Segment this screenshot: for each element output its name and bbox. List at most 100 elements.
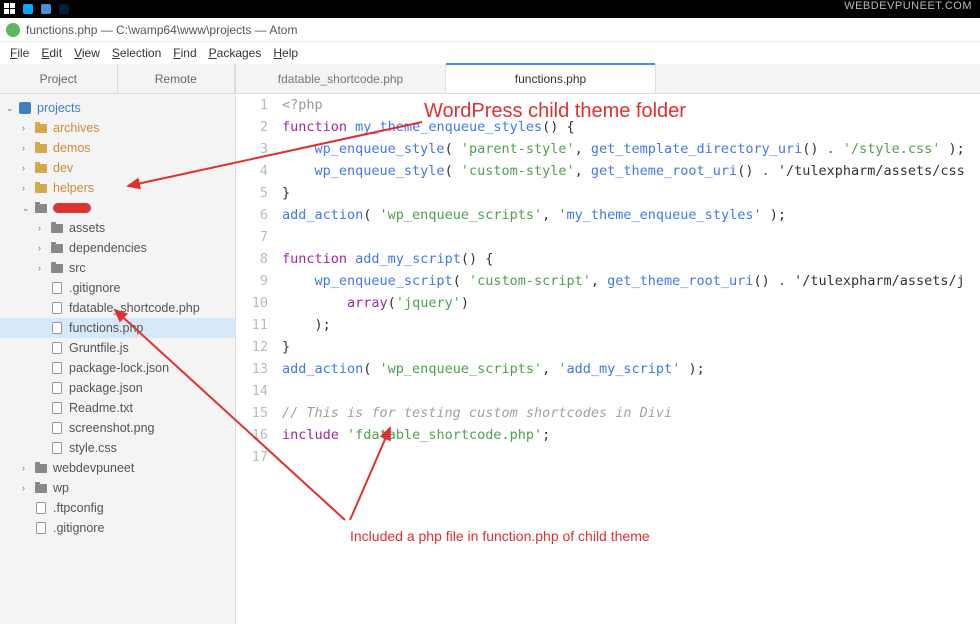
chevron-icon: › bbox=[22, 483, 32, 493]
taskbar-app-icon[interactable] bbox=[38, 1, 54, 17]
folder-icon bbox=[34, 201, 48, 215]
editor-tab[interactable]: functions.php bbox=[446, 64, 656, 93]
menu-packages[interactable]: Packages bbox=[203, 44, 268, 62]
tree-item-label: helpers bbox=[53, 181, 94, 195]
menu-find[interactable]: Find bbox=[167, 44, 202, 62]
file-icon bbox=[50, 281, 64, 295]
tree-item-label: screenshot.png bbox=[69, 421, 154, 435]
watermark-text: WEBDEVPUNEET.COM bbox=[844, 0, 972, 12]
file-icon bbox=[50, 301, 64, 315]
tree-item-label: assets bbox=[69, 221, 105, 235]
atom-app-icon bbox=[6, 23, 20, 37]
file-icon bbox=[50, 441, 64, 455]
folder-icon bbox=[50, 241, 64, 255]
tree-item-label: dev bbox=[53, 161, 73, 175]
folder-open-icon bbox=[34, 121, 48, 135]
tree-item[interactable]: .gitignore bbox=[0, 278, 235, 298]
tree-item[interactable]: ⌄ bbox=[0, 198, 235, 218]
tree-item[interactable]: ›webdevpuneet bbox=[0, 458, 235, 478]
tree-root[interactable]: ⌄ projects bbox=[0, 98, 235, 118]
tree-item[interactable]: › dependencies bbox=[0, 238, 235, 258]
tree-item-label: .gitignore bbox=[53, 521, 104, 535]
taskbar-app-icon[interactable] bbox=[56, 1, 72, 17]
tree-item-label: style.css bbox=[69, 441, 117, 455]
chevron-icon: › bbox=[22, 143, 32, 153]
tree-item[interactable]: › assets bbox=[0, 218, 235, 238]
menu-view[interactable]: View bbox=[68, 44, 106, 62]
folder-open-icon bbox=[34, 161, 48, 175]
tree-item-label: wp bbox=[53, 481, 69, 495]
taskbar-app-icon[interactable] bbox=[20, 1, 36, 17]
folder-open-icon bbox=[34, 141, 48, 155]
file-tree: ⌄ projects › archives › demos › dev › helpers ⌄ ›… bbox=[0, 94, 235, 624]
file-icon bbox=[50, 361, 64, 375]
tree-item-label: Gruntfile.js bbox=[69, 341, 129, 355]
tree-item[interactable]: style.css bbox=[0, 438, 235, 458]
line-gutter: 1234567891011121314151617 bbox=[236, 94, 280, 624]
code-editor[interactable]: 1234567891011121314151617 <?phpfunction … bbox=[236, 94, 980, 624]
tree-item-label: src bbox=[69, 261, 86, 275]
tree-item[interactable]: › archives bbox=[0, 118, 235, 138]
tree-item[interactable]: .ftpconfig bbox=[0, 498, 235, 518]
chevron-icon: › bbox=[22, 183, 32, 193]
chevron-icon: › bbox=[22, 163, 32, 173]
tree-item[interactable]: package-lock.json bbox=[0, 358, 235, 378]
chevron-icon: › bbox=[22, 123, 32, 133]
tree-item[interactable]: Gruntfile.js bbox=[0, 338, 235, 358]
tree-item-label: .ftpconfig bbox=[53, 501, 104, 515]
folder-icon bbox=[34, 461, 48, 475]
tree-item[interactable]: › wp bbox=[0, 478, 235, 498]
tree-item[interactable]: › helpers bbox=[0, 178, 235, 198]
folder-open-icon bbox=[34, 181, 48, 195]
folder-icon bbox=[34, 481, 48, 495]
tree-item[interactable]: functions.php bbox=[0, 318, 235, 338]
chevron-icon: ⌄ bbox=[22, 203, 32, 214]
code-content[interactable]: <?phpfunction my_theme_enqueue_styles() … bbox=[280, 94, 980, 624]
menu-help[interactable]: Help bbox=[267, 44, 304, 62]
chevron-icon: › bbox=[38, 243, 48, 253]
window-title: functions.php — C:\wamp64\www\projects —… bbox=[26, 23, 297, 37]
menu-selection[interactable]: Selection bbox=[106, 44, 167, 62]
tree-item-label: fdatable_shortcode.php bbox=[69, 301, 200, 315]
tree-item[interactable]: fdatable_shortcode.php bbox=[0, 298, 235, 318]
tree-item[interactable]: › src bbox=[0, 258, 235, 278]
tree-item[interactable]: .gitignore bbox=[0, 518, 235, 538]
project-icon bbox=[18, 101, 32, 115]
tree-item[interactable]: Readme.txt bbox=[0, 398, 235, 418]
file-icon bbox=[50, 321, 64, 335]
editor-area: fdatable_shortcode.php functions.php 123… bbox=[236, 64, 980, 624]
tree-item[interactable]: package.json bbox=[0, 378, 235, 398]
tree-item-label: functions.php bbox=[69, 321, 143, 335]
editor-tabs: fdatable_shortcode.php functions.php bbox=[236, 64, 980, 94]
tree-item[interactable]: screenshot.png bbox=[0, 418, 235, 438]
editor-tab[interactable]: fdatable_shortcode.php bbox=[236, 64, 446, 93]
file-icon bbox=[50, 381, 64, 395]
tree-item-label: archives bbox=[53, 121, 100, 135]
sidebar-tab-remote[interactable]: Remote bbox=[118, 64, 236, 93]
redacted-folder-name bbox=[53, 203, 91, 213]
file-icon bbox=[50, 401, 64, 415]
file-icon bbox=[34, 521, 48, 535]
menu-file[interactable]: File bbox=[4, 44, 35, 62]
file-icon bbox=[34, 501, 48, 515]
window-titlebar: functions.php — C:\wamp64\www\projects —… bbox=[0, 18, 980, 42]
tree-item[interactable]: › dev bbox=[0, 158, 235, 178]
tree-item-label: webdevpuneet bbox=[53, 461, 134, 475]
sidebar: Project Remote ⌄ projects › archives › demo… bbox=[0, 64, 236, 624]
file-icon bbox=[50, 421, 64, 435]
tree-root-label: projects bbox=[37, 101, 81, 115]
menu-bar: File Edit View Selection Find Packages H… bbox=[0, 42, 980, 64]
chevron-icon: › bbox=[38, 223, 48, 233]
menu-edit[interactable]: Edit bbox=[35, 44, 68, 62]
tree-item-label: Readme.txt bbox=[69, 401, 133, 415]
win-start-icon[interactable] bbox=[2, 1, 18, 17]
chevron-icon: › bbox=[38, 263, 48, 273]
tree-item-label: dependencies bbox=[69, 241, 147, 255]
file-icon bbox=[50, 341, 64, 355]
tree-item-label: demos bbox=[53, 141, 91, 155]
tree-item[interactable]: › demos bbox=[0, 138, 235, 158]
chevron-down-icon: ⌄ bbox=[6, 103, 16, 114]
sidebar-tab-project[interactable]: Project bbox=[0, 64, 118, 93]
tree-item-label: .gitignore bbox=[69, 281, 120, 295]
tree-item-label: package.json bbox=[69, 381, 143, 395]
